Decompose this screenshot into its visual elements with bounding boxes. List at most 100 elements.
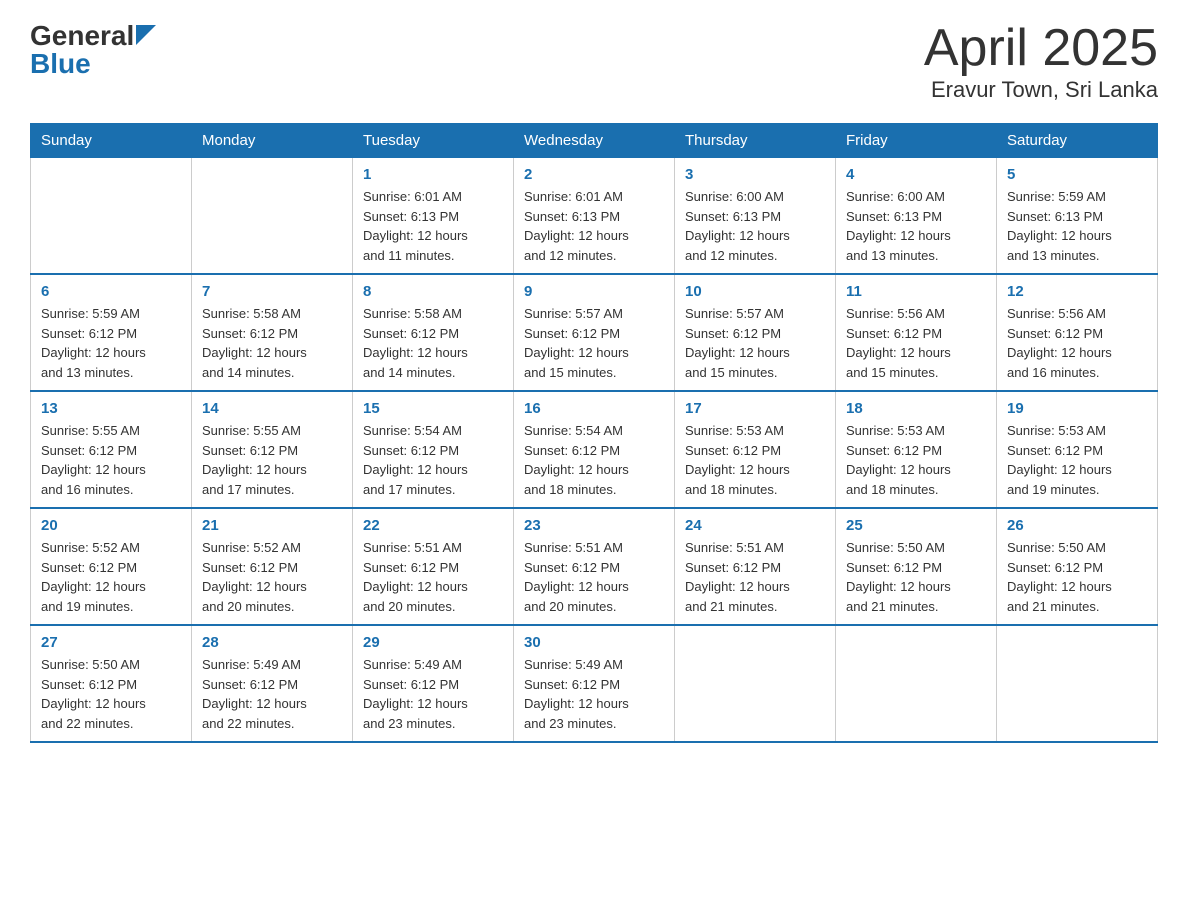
calendar-title: April 2025 [924, 20, 1158, 77]
header-day-sunday: Sunday [31, 124, 192, 158]
calendar-cell: 29Sunrise: 5:49 AM Sunset: 6:12 PM Dayli… [353, 625, 514, 742]
calendar-cell [836, 625, 997, 742]
calendar-cell: 13 Sunrise: 5:55 AM Sunset: 6:12 PM Dayli… [31, 391, 192, 508]
day-info: Sunrise: 6:01 AM Sunset: 6:13 PM Dayligh… [363, 187, 503, 265]
day-number: 17 [685, 400, 825, 417]
calendar-cell: 10Sunrise: 5:57 AM Sunset: 6:12 PM Dayli… [675, 274, 836, 391]
calendar-cell: 19Sunrise: 5:53 AM Sunset: 6:12 PM Dayli… [997, 391, 1158, 508]
day-info: Sunrise: 6:00 AM Sunset: 6:13 PM Dayligh… [685, 187, 825, 265]
day-number: 14 [202, 400, 342, 417]
calendar-cell: 11 Sunrise: 5:56 AM Sunset: 6:12 PM Dayli… [836, 274, 997, 391]
day-number: 8 [363, 283, 503, 300]
day-info: Sunrise: 5:53 AM Sunset: 6:12 PM Dayligh… [1007, 421, 1147, 499]
calendar-cell: 1 Sunrise: 6:01 AM Sunset: 6:13 PM Daylig… [353, 158, 514, 275]
header-day-thursday: Thursday [675, 124, 836, 158]
calendar-header-row: SundayMondayTuesdayWednesdayThursdayFrid… [31, 124, 1158, 158]
calendar-cell: 23 Sunrise: 5:51 AM Sunset: 6:12 PM Dayli… [514, 508, 675, 625]
calendar-cell: 21Sunrise: 5:52 AM Sunset: 6:12 PM Dayli… [192, 508, 353, 625]
day-info: Sunrise: 5:58 AM Sunset: 6:12 PM Dayligh… [363, 304, 503, 382]
day-number: 10 [685, 283, 825, 300]
day-number: 2 [524, 166, 664, 183]
day-number: 30 [524, 634, 664, 651]
day-number: 27 [41, 634, 181, 651]
calendar-week-row: 13 Sunrise: 5:55 AM Sunset: 6:12 PM Dayli… [31, 391, 1158, 508]
calendar-cell: 20 Sunrise: 5:52 AM Sunset: 6:12 PM Dayli… [31, 508, 192, 625]
day-info: Sunrise: 5:59 AM Sunset: 6:12 PM Dayligh… [41, 304, 181, 382]
day-info: Sunrise: 5:56 AM Sunset: 6:12 PM Dayligh… [846, 304, 986, 382]
day-info: Sunrise: 5:51 AM Sunset: 6:12 PM Dayligh… [363, 538, 503, 616]
calendar-subtitle: Eravur Town, Sri Lanka [924, 77, 1158, 103]
logo-blue-text: Blue [30, 48, 156, 80]
header-day-tuesday: Tuesday [353, 124, 514, 158]
calendar-cell: 6 Sunrise: 5:59 AM Sunset: 6:12 PM Daylig… [31, 274, 192, 391]
day-info: Sunrise: 5:51 AM Sunset: 6:12 PM Dayligh… [685, 538, 825, 616]
calendar-cell: 14Sunrise: 5:55 AM Sunset: 6:12 PM Dayli… [192, 391, 353, 508]
calendar-week-row: 1 Sunrise: 6:01 AM Sunset: 6:13 PM Daylig… [31, 158, 1158, 275]
calendar-cell: 25 Sunrise: 5:50 AM Sunset: 6:12 PM Dayli… [836, 508, 997, 625]
calendar-table: SundayMondayTuesdayWednesdayThursdayFrid… [30, 123, 1158, 743]
day-info: Sunrise: 5:49 AM Sunset: 6:12 PM Dayligh… [524, 655, 664, 733]
day-number: 16 [524, 400, 664, 417]
day-info: Sunrise: 5:52 AM Sunset: 6:12 PM Dayligh… [41, 538, 181, 616]
day-number: 28 [202, 634, 342, 651]
day-number: 4 [846, 166, 986, 183]
day-number: 3 [685, 166, 825, 183]
calendar-cell: 30 Sunrise: 5:49 AM Sunset: 6:12 PM Dayli… [514, 625, 675, 742]
calendar-cell: 28 Sunrise: 5:49 AM Sunset: 6:12 PM Dayli… [192, 625, 353, 742]
calendar-cell: 26Sunrise: 5:50 AM Sunset: 6:12 PM Dayli… [997, 508, 1158, 625]
calendar-cell: 22 Sunrise: 5:51 AM Sunset: 6:12 PM Dayli… [353, 508, 514, 625]
calendar-week-row: 6 Sunrise: 5:59 AM Sunset: 6:12 PM Daylig… [31, 274, 1158, 391]
day-number: 6 [41, 283, 181, 300]
calendar-week-row: 27 Sunrise: 5:50 AM Sunset: 6:12 PM Dayli… [31, 625, 1158, 742]
calendar-cell [997, 625, 1158, 742]
day-info: Sunrise: 5:54 AM Sunset: 6:12 PM Dayligh… [524, 421, 664, 499]
day-number: 20 [41, 517, 181, 534]
day-info: Sunrise: 5:50 AM Sunset: 6:12 PM Dayligh… [846, 538, 986, 616]
calendar-cell [192, 158, 353, 275]
day-info: Sunrise: 5:55 AM Sunset: 6:12 PM Dayligh… [41, 421, 181, 499]
day-number: 18 [846, 400, 986, 417]
day-info: Sunrise: 5:49 AM Sunset: 6:12 PM Dayligh… [202, 655, 342, 733]
calendar-cell: 12Sunrise: 5:56 AM Sunset: 6:12 PM Dayli… [997, 274, 1158, 391]
day-number: 23 [524, 517, 664, 534]
calendar-cell: 9 Sunrise: 5:57 AM Sunset: 6:12 PM Daylig… [514, 274, 675, 391]
calendar-cell: 16 Sunrise: 5:54 AM Sunset: 6:12 PM Dayli… [514, 391, 675, 508]
day-number: 29 [363, 634, 503, 651]
day-number: 13 [41, 400, 181, 417]
calendar-week-row: 20 Sunrise: 5:52 AM Sunset: 6:12 PM Dayli… [31, 508, 1158, 625]
day-number: 5 [1007, 166, 1147, 183]
day-number: 21 [202, 517, 342, 534]
calendar-cell: 7Sunrise: 5:58 AM Sunset: 6:12 PM Daylig… [192, 274, 353, 391]
calendar-cell: 18 Sunrise: 5:53 AM Sunset: 6:12 PM Dayli… [836, 391, 997, 508]
day-info: Sunrise: 5:58 AM Sunset: 6:12 PM Dayligh… [202, 304, 342, 382]
calendar-cell: 4Sunrise: 6:00 AM Sunset: 6:13 PM Daylig… [836, 158, 997, 275]
header-day-monday: Monday [192, 124, 353, 158]
day-info: Sunrise: 5:59 AM Sunset: 6:13 PM Dayligh… [1007, 187, 1147, 265]
day-number: 1 [363, 166, 503, 183]
header-day-wednesday: Wednesday [514, 124, 675, 158]
header-day-saturday: Saturday [997, 124, 1158, 158]
day-info: Sunrise: 6:01 AM Sunset: 6:13 PM Dayligh… [524, 187, 664, 265]
day-number: 25 [846, 517, 986, 534]
day-info: Sunrise: 5:54 AM Sunset: 6:12 PM Dayligh… [363, 421, 503, 499]
calendar-cell: 15Sunrise: 5:54 AM Sunset: 6:12 PM Dayli… [353, 391, 514, 508]
day-number: 22 [363, 517, 503, 534]
day-info: Sunrise: 5:50 AM Sunset: 6:12 PM Dayligh… [41, 655, 181, 733]
title-area: April 2025 Eravur Town, Sri Lanka [924, 20, 1158, 103]
day-info: Sunrise: 5:51 AM Sunset: 6:12 PM Dayligh… [524, 538, 664, 616]
calendar-cell [31, 158, 192, 275]
calendar-cell: 3 Sunrise: 6:00 AM Sunset: 6:13 PM Daylig… [675, 158, 836, 275]
logo: General Blue [30, 20, 156, 80]
day-number: 24 [685, 517, 825, 534]
day-info: Sunrise: 5:53 AM Sunset: 6:12 PM Dayligh… [685, 421, 825, 499]
header-day-friday: Friday [836, 124, 997, 158]
day-info: Sunrise: 5:57 AM Sunset: 6:12 PM Dayligh… [524, 304, 664, 382]
day-number: 12 [1007, 283, 1147, 300]
day-number: 26 [1007, 517, 1147, 534]
day-number: 11 [846, 283, 986, 300]
calendar-cell: 2 Sunrise: 6:01 AM Sunset: 6:13 PM Daylig… [514, 158, 675, 275]
day-info: Sunrise: 5:53 AM Sunset: 6:12 PM Dayligh… [846, 421, 986, 499]
day-number: 9 [524, 283, 664, 300]
logo-triangle-icon [136, 25, 156, 45]
header: General Blue April 2025 Eravur Town, Sri… [30, 20, 1158, 103]
